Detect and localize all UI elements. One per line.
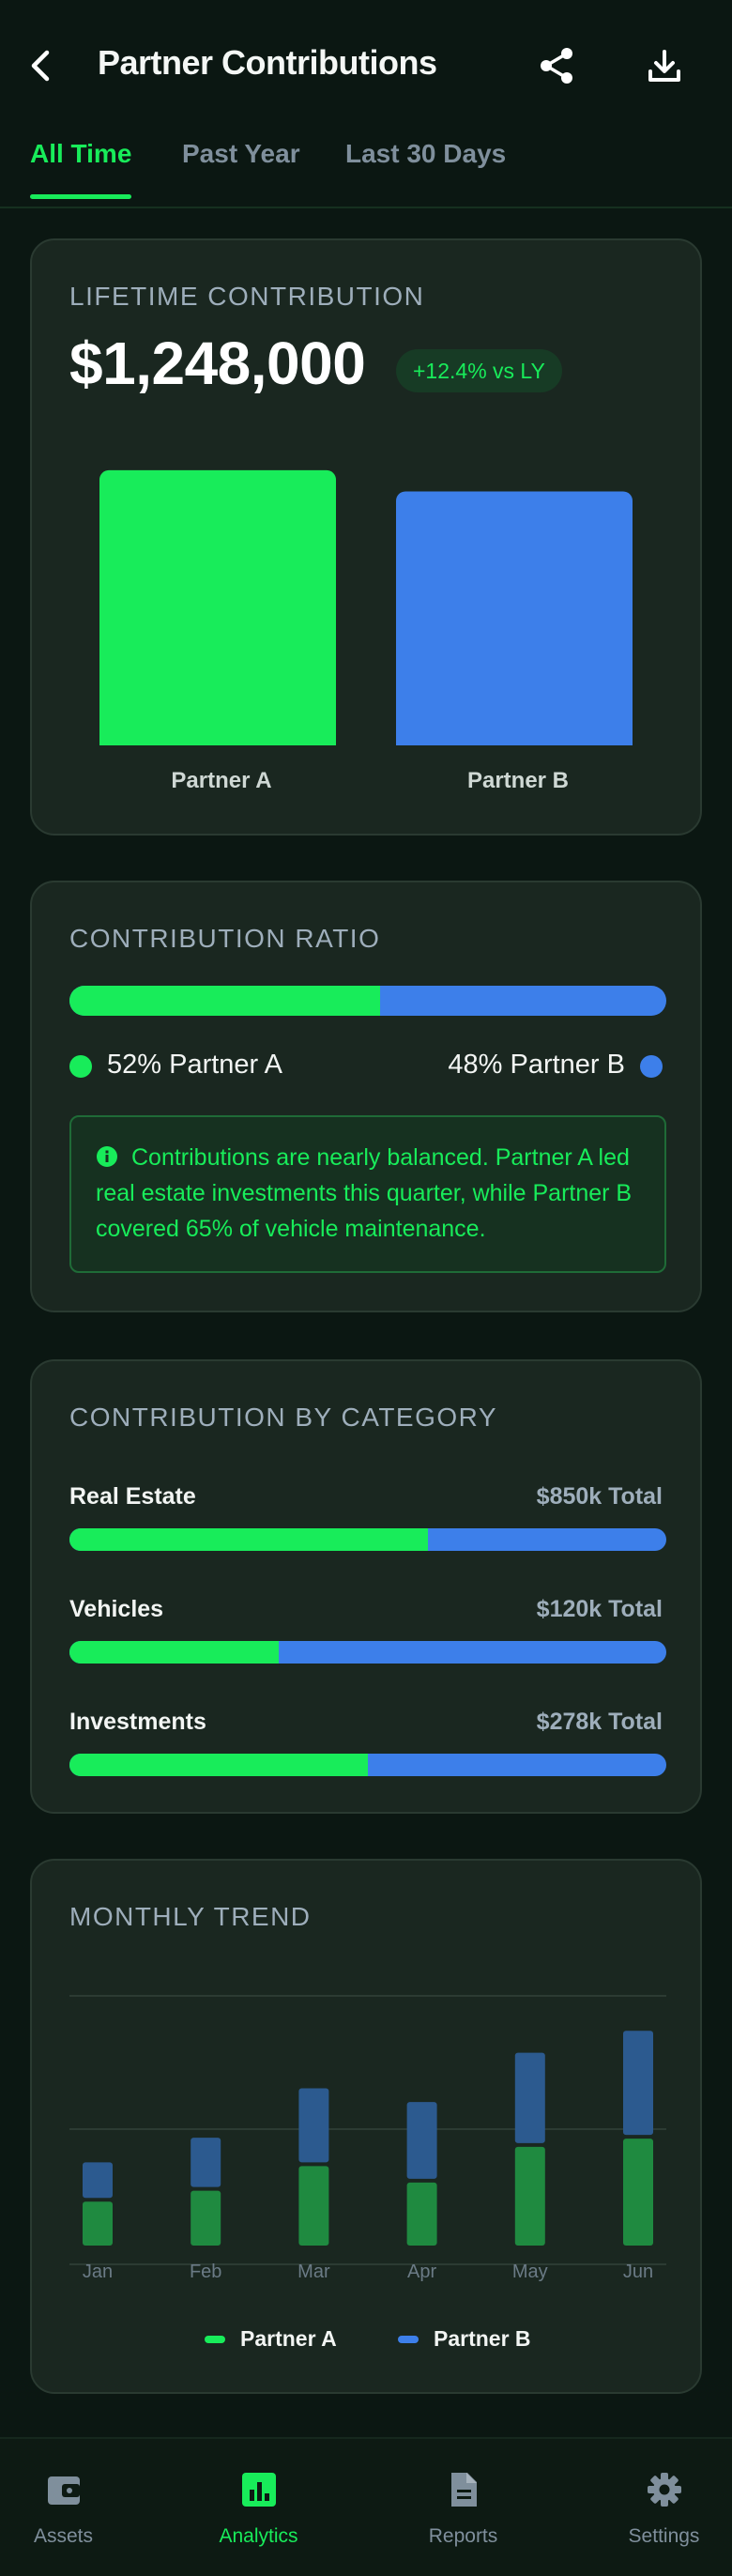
trend-bar-partner-b <box>191 2138 221 2187</box>
legend-swatch-partner-b <box>398 2336 419 2343</box>
nav-label: Settings <box>628 2525 700 2547</box>
category-bar-partner-a <box>69 1754 368 1776</box>
nav-label: Assets <box>33 2525 94 2547</box>
page-title: Partner Contributions <box>98 43 437 82</box>
download-button[interactable] <box>634 36 694 96</box>
trend-bar-partner-b <box>83 2162 113 2199</box>
monthly-trend-card: MONTHLY TREND Jan Feb Mar Apr May Jun Partner… <box>30 1859 702 2394</box>
category-bar-partner-a <box>69 1641 279 1664</box>
period-tabs: All Time Past Year Last 30 Days <box>0 131 732 208</box>
category-label: CONTRIBUTION BY CATEGORY <box>69 1403 498 1432</box>
category-bar-investments <box>69 1754 666 1776</box>
trend-bar-partner-b <box>406 2102 437 2179</box>
nav-assets[interactable]: Assets <box>0 2439 155 2576</box>
lifetime-bar-chart <box>99 469 633 745</box>
month-label: Jan <box>83 2262 113 2282</box>
category-name: Real Estate <box>69 1483 196 1510</box>
category-total: $278k Total <box>536 1709 663 1735</box>
trend-bar-partner-b <box>514 2052 545 2143</box>
nav-reports[interactable]: Reports <box>372 2439 555 2576</box>
partner-b-dot <box>640 1055 663 1078</box>
legend-partner-b: Partner B <box>434 2326 531 2351</box>
lifetime-label: LIFETIME CONTRIBUTION <box>69 282 425 311</box>
month-label: Apr <box>407 2262 436 2282</box>
app-header: Partner Contributions <box>0 0 732 131</box>
trend-bar-partner-a <box>514 2146 545 2246</box>
chevron-left-icon <box>31 50 50 82</box>
category-bar-real-estate <box>69 1528 666 1551</box>
tab-last-30-days[interactable]: Last 30 Days <box>345 139 506 195</box>
ratio-bar <box>69 986 666 1016</box>
partner-a-dot <box>69 1055 92 1078</box>
bottom-navigation: Assets Analytics Reports Settings <box>0 2437 732 2576</box>
lifetime-bar-partner-b <box>396 491 633 745</box>
trend-label: MONTHLY TREND <box>69 1902 312 1931</box>
trend-bar-partner-b <box>623 2031 653 2136</box>
category-card: CONTRIBUTION BY CATEGORY Real Estate $85… <box>30 1359 702 1814</box>
ratio-label: CONTRIBUTION RATIO <box>69 924 381 953</box>
document-icon <box>451 2473 477 2507</box>
legend-partner-a: Partner A <box>240 2326 337 2351</box>
lifetime-amount: $1,248,000 <box>69 330 366 397</box>
ratio-partner-a-text: 52% Partner A <box>107 1050 282 1080</box>
month-label: Feb <box>190 2262 221 2282</box>
info-icon <box>97 1146 117 1167</box>
lifetime-bar-base <box>99 734 336 745</box>
category-bar-vehicles <box>69 1641 666 1664</box>
nav-settings[interactable]: Settings <box>572 2439 732 2576</box>
note-text: Contributions are nearly balanced. Partn… <box>96 1144 633 1242</box>
trend-bar-partner-a <box>191 2190 221 2246</box>
back-button[interactable] <box>11 36 71 96</box>
legend-swatch-partner-a <box>205 2336 225 2343</box>
category-total: $850k Total <box>536 1483 663 1510</box>
trend-bar-partner-a <box>83 2201 113 2246</box>
bar-label-partner-b: Partner B <box>466 768 570 793</box>
wallet-icon <box>48 2476 80 2505</box>
month-label: Jun <box>623 2262 653 2282</box>
month-label: May <box>512 2262 548 2282</box>
analytics-icon <box>242 2473 276 2507</box>
trend-bar-partner-a <box>623 2139 653 2246</box>
share-icon <box>541 48 572 84</box>
nav-label: Analytics <box>219 2525 298 2547</box>
ratio-bar-partner-a <box>69 986 380 1016</box>
nav-analytics[interactable]: Analytics <box>167 2439 350 2576</box>
category-name: Investments <box>69 1709 206 1735</box>
category-bar-partner-a <box>69 1528 428 1551</box>
lifetime-bar-base <box>396 734 633 745</box>
trend-bar-partner-a <box>298 2166 329 2246</box>
monthly-trend-chart: Jan Feb Mar Apr May Jun <box>69 1995 666 2282</box>
nav-label: Reports <box>428 2525 498 2547</box>
trend-bar-partner-b <box>298 2088 329 2163</box>
month-label: Mar <box>297 2262 330 2282</box>
gear-icon <box>648 2473 681 2507</box>
category-total: $120k Total <box>536 1596 663 1622</box>
lifetime-card: LIFETIME CONTRIBUTION $1,248,000 +12.4% … <box>30 238 702 836</box>
ratio-insight-note: Contributions are nearly balanced. Partn… <box>69 1115 666 1273</box>
ratio-partner-b-text: 48% Partner B <box>448 1050 625 1080</box>
bar-label-partner-a: Partner A <box>171 768 272 793</box>
lifetime-bar-partner-a <box>99 469 336 745</box>
tab-all-time[interactable]: All Time <box>30 139 132 199</box>
tab-past-year[interactable]: Past Year <box>182 139 300 195</box>
share-button[interactable] <box>527 36 587 96</box>
category-name: Vehicles <box>69 1596 164 1622</box>
trend-bar-partner-a <box>406 2182 437 2246</box>
download-icon <box>648 50 680 82</box>
delta-badge: +12.4% vs LY <box>396 349 562 392</box>
